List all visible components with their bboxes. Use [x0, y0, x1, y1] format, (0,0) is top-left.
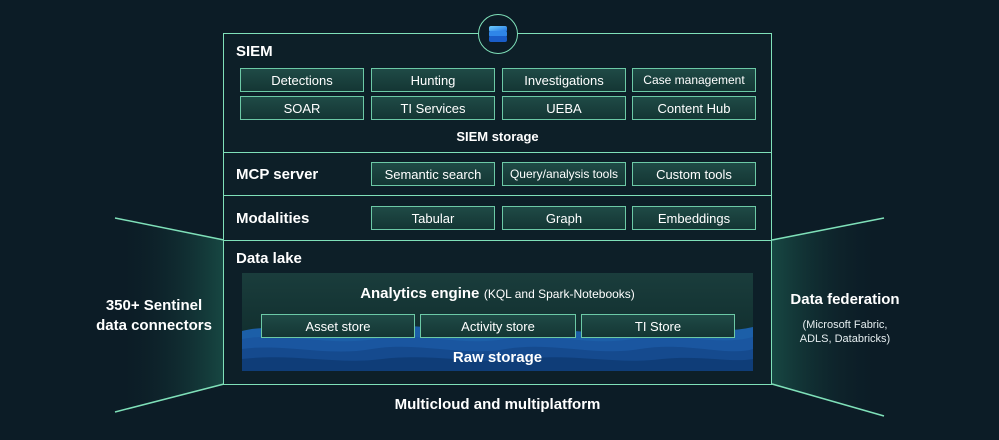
chip-hunting: Hunting: [371, 68, 495, 92]
chip-ueba: UEBA: [502, 96, 626, 120]
modalities-layer: Modalities Tabular Graph Embeddings: [223, 195, 772, 241]
chip-query-analysis-tools: Query/analysis tools: [502, 162, 626, 186]
analytics-engine-subtitle: (KQL and Spark-Notebooks): [483, 287, 635, 301]
copilot-logo-icon: [478, 14, 518, 54]
analytics-engine-heading: Analytics engine (KQL and Spark-Notebook…: [242, 285, 753, 303]
chip-case-management: Case management: [632, 68, 756, 92]
chip-soar: SOAR: [240, 96, 364, 120]
raw-storage-label: Raw storage: [452, 349, 543, 366]
data-federation-sub-2: ADLS, Databricks): [799, 333, 891, 345]
analytics-engine-title: Analytics engine: [360, 285, 480, 302]
chip-graph: Graph: [502, 206, 626, 230]
siem-storage-label: SIEM storage: [456, 129, 539, 144]
chip-semantic-search: Semantic search: [371, 162, 495, 186]
data-lake-layer: Data lake Analytics engine (KQL and Spar…: [223, 240, 772, 385]
chip-investigations: Investigations: [502, 68, 626, 92]
connectors-line-2: data connectors: [96, 317, 212, 334]
siem-title: SIEM: [236, 43, 273, 60]
right-wing: [772, 218, 884, 416]
chip-custom-tools: Custom tools: [632, 162, 756, 186]
logo-glyph: [489, 26, 507, 42]
mcp-title: MCP server: [236, 166, 319, 183]
mcp-server-layer: MCP server Semantic search Query/analysi…: [223, 152, 772, 196]
chip-tabular: Tabular: [371, 206, 495, 230]
chip-asset-store: Asset store: [261, 314, 415, 338]
connectors-label: 350+ Sentinel data connectors: [64, 296, 244, 336]
chip-activity-store: Activity store: [420, 314, 576, 338]
chip-detections: Detections: [240, 68, 364, 92]
data-federation-subtitle: (Microsoft Fabric, ADLS, Databricks): [770, 318, 920, 346]
chip-ti-store: TI Store: [581, 314, 735, 338]
chip-embeddings: Embeddings: [632, 206, 756, 230]
data-lake-title: Data lake: [236, 250, 302, 267]
data-federation-sub-1: (Microsoft Fabric,: [802, 319, 888, 331]
analytics-engine-panel: Analytics engine (KQL and Spark-Notebook…: [242, 273, 753, 371]
connectors-line-1: 350+ Sentinel: [105, 297, 203, 314]
modalities-title: Modalities: [236, 210, 310, 227]
chip-ti-services: TI Services: [371, 96, 495, 120]
data-federation-title: Data federation: [790, 291, 900, 308]
chip-content-hub: Content Hub: [632, 96, 756, 120]
multicloud-label: Multicloud and multiplatform: [394, 396, 601, 413]
